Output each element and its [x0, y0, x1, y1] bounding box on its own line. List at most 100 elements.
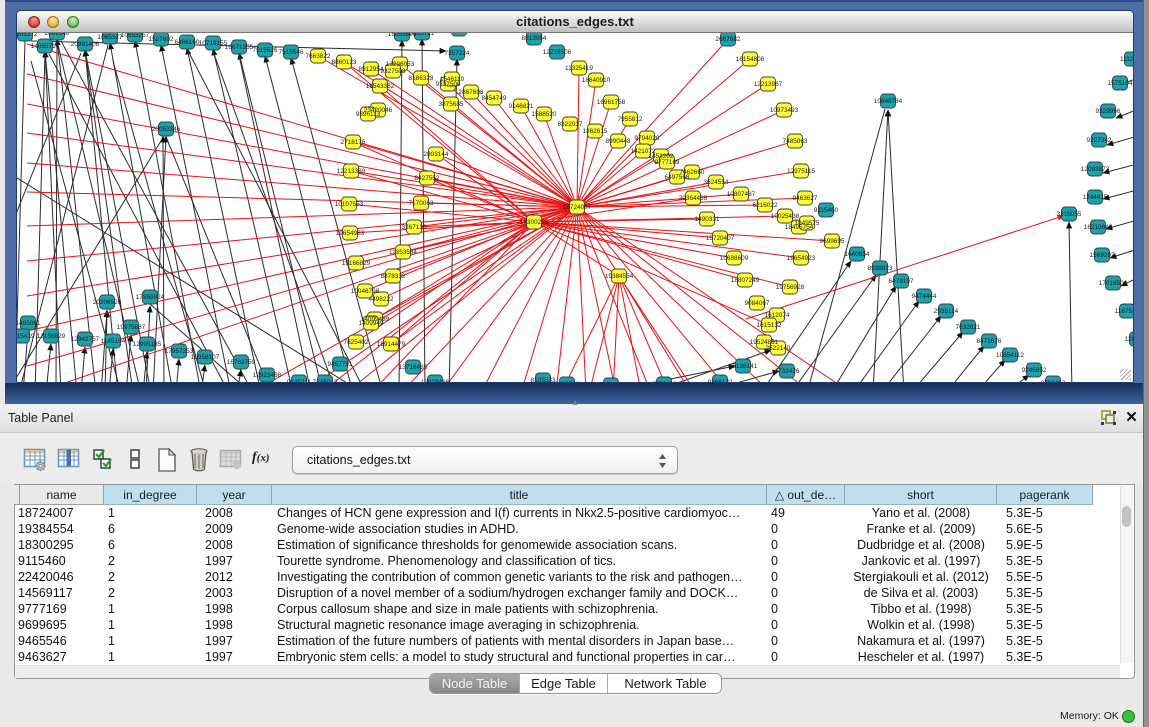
svg-text:19384554: 19384554 — [605, 273, 634, 280]
svg-text:18724007: 18724007 — [563, 204, 592, 211]
svg-text:17016504: 17016504 — [1099, 280, 1128, 287]
svg-text:9245211: 9245211 — [287, 379, 312, 382]
svg-text:9777169: 9777169 — [655, 159, 680, 166]
svg-text:15136141: 15136141 — [729, 363, 758, 370]
svg-text:16914479: 16914479 — [377, 341, 406, 348]
svg-text:20891406: 20891406 — [71, 41, 100, 48]
svg-text:15720407: 15720407 — [706, 235, 735, 242]
svg-text:1640954: 1640954 — [845, 251, 870, 258]
svg-text:19975887: 19975887 — [117, 324, 146, 331]
svg-text:1615132: 1615132 — [757, 322, 782, 329]
svg-text:20364436: 20364436 — [679, 195, 708, 202]
svg-text:10046798: 10046798 — [351, 288, 380, 295]
svg-text:1112053: 1112053 — [1120, 56, 1133, 63]
svg-text:10107553: 10107553 — [335, 201, 364, 208]
svg-text:9457791: 9457791 — [328, 361, 353, 368]
svg-text:1527602: 1527602 — [149, 36, 174, 43]
svg-text:1733426: 1733426 — [775, 368, 800, 375]
svg-text:1605372: 1605372 — [17, 33, 38, 38]
svg-text:16782759: 16782759 — [227, 359, 256, 366]
svg-text:9366122: 9366122 — [708, 379, 733, 382]
svg-text:16671355: 16671355 — [225, 44, 254, 51]
svg-text:17359924: 17359924 — [136, 294, 165, 301]
svg-text:7663822: 7663822 — [306, 53, 331, 60]
svg-text:12942757: 12942757 — [71, 336, 100, 343]
svg-text:9896113: 9896113 — [356, 111, 381, 118]
svg-text:9327503: 9327503 — [381, 68, 406, 75]
svg-text:12213389: 12213389 — [337, 168, 366, 175]
svg-text:7955812: 7955812 — [618, 116, 643, 123]
svg-text:1490331: 1490331 — [695, 216, 720, 223]
svg-text:8454749: 8454749 — [482, 95, 507, 102]
svg-text:8938923: 8938923 — [868, 265, 893, 272]
svg-text:10654112: 10654112 — [996, 352, 1024, 359]
svg-text:3915419: 3915419 — [17, 333, 35, 340]
svg-text:8186328: 8186328 — [409, 75, 434, 82]
svg-text:9146821: 9146821 — [509, 103, 534, 110]
svg-text:8322037: 8322037 — [558, 121, 583, 128]
svg-text:10688609: 10688609 — [720, 255, 749, 262]
svg-text:12213967: 12213967 — [754, 81, 783, 88]
svg-text:9463627: 9463627 — [793, 195, 818, 202]
svg-text:19756928: 19756928 — [776, 284, 805, 291]
svg-text:1849575: 1849575 — [795, 220, 820, 227]
svg-text:12156829: 12156829 — [37, 333, 66, 340]
svg-text:9329966: 9329966 — [1096, 108, 1121, 115]
svg-text:8860123: 8860123 — [332, 59, 357, 66]
svg-text:20206526: 20206526 — [93, 299, 122, 306]
svg-text:1203455: 1203455 — [1125, 336, 1133, 343]
svg-text:1167531: 1167531 — [1115, 308, 1133, 315]
svg-text:8471676: 8471676 — [977, 338, 1002, 345]
svg-text:10025438: 10025438 — [771, 213, 800, 220]
svg-text:1546110: 1546110 — [440, 76, 465, 83]
svg-text:6216022: 6216022 — [753, 202, 778, 209]
svg-text:1362615: 1362615 — [583, 128, 608, 135]
svg-text:8427552: 8427552 — [415, 175, 440, 182]
svg-text:2935114: 2935114 — [934, 308, 959, 315]
svg-text:13226053: 13226053 — [386, 61, 415, 68]
svg-text:19166829: 19166829 — [342, 260, 371, 267]
svg-text:19654983: 19654983 — [336, 230, 365, 237]
svg-text:1569297: 1569297 — [1090, 252, 1115, 259]
svg-text:8105533: 8105533 — [531, 377, 556, 382]
svg-text:9115460: 9115460 — [814, 207, 839, 214]
svg-text:19654923: 19654923 — [787, 255, 816, 262]
svg-text:7170063: 7170063 — [409, 200, 434, 207]
svg-text:10973493: 10973493 — [770, 107, 799, 114]
svg-text:7485063: 7485063 — [783, 138, 808, 145]
svg-text:9415533: 9415533 — [555, 381, 580, 382]
svg-text:1409949: 1409949 — [359, 320, 384, 327]
svg-text:20053346: 20053346 — [152, 126, 181, 133]
svg-text:10653257: 10653257 — [121, 33, 150, 39]
svg-text:9699695: 9699695 — [820, 238, 845, 245]
svg-text:2069140: 2069140 — [45, 33, 70, 37]
svg-text:10648784: 10648784 — [874, 98, 903, 105]
svg-text:16543382: 16543382 — [366, 83, 395, 90]
svg-text:7357224: 7357224 — [445, 50, 470, 57]
svg-text:1495061: 1495061 — [17, 320, 41, 327]
svg-text:1244415: 1244415 — [1083, 194, 1108, 201]
svg-text:13716485: 13716485 — [399, 364, 428, 371]
svg-text:6479197: 6479197 — [889, 278, 914, 285]
svg-text:8878332: 8878332 — [381, 273, 406, 280]
svg-text:1612074: 1612074 — [765, 312, 790, 319]
svg-text:10807487: 10807487 — [727, 191, 756, 198]
svg-text:2522140: 2522140 — [766, 345, 791, 352]
svg-text:3624554: 3624554 — [704, 179, 729, 186]
svg-text:2718176: 2718176 — [341, 139, 366, 146]
svg-text:6466160: 6466160 — [175, 39, 200, 46]
svg-text:7625402: 7625402 — [344, 339, 369, 346]
svg-text:11353584: 11353584 — [389, 249, 417, 256]
svg-text:12905135: 12905135 — [133, 341, 162, 348]
svg-text:1575104: 1575104 — [1108, 80, 1133, 87]
svg-text:12975115: 12975115 — [787, 168, 815, 175]
svg-text:7632621: 7632621 — [956, 324, 981, 331]
svg-text:9227342: 9227342 — [1087, 137, 1112, 144]
svg-text:12923466: 12923466 — [421, 379, 450, 382]
svg-text:9474444: 9474444 — [912, 293, 937, 300]
svg-text:12218506: 12218506 — [543, 49, 572, 56]
svg-text:18300295: 18300295 — [520, 219, 549, 226]
svg-text:16210643: 16210643 — [1084, 224, 1113, 231]
svg-text:12923468: 12923468 — [253, 372, 282, 379]
svg-text:4498222: 4498222 — [369, 296, 394, 303]
